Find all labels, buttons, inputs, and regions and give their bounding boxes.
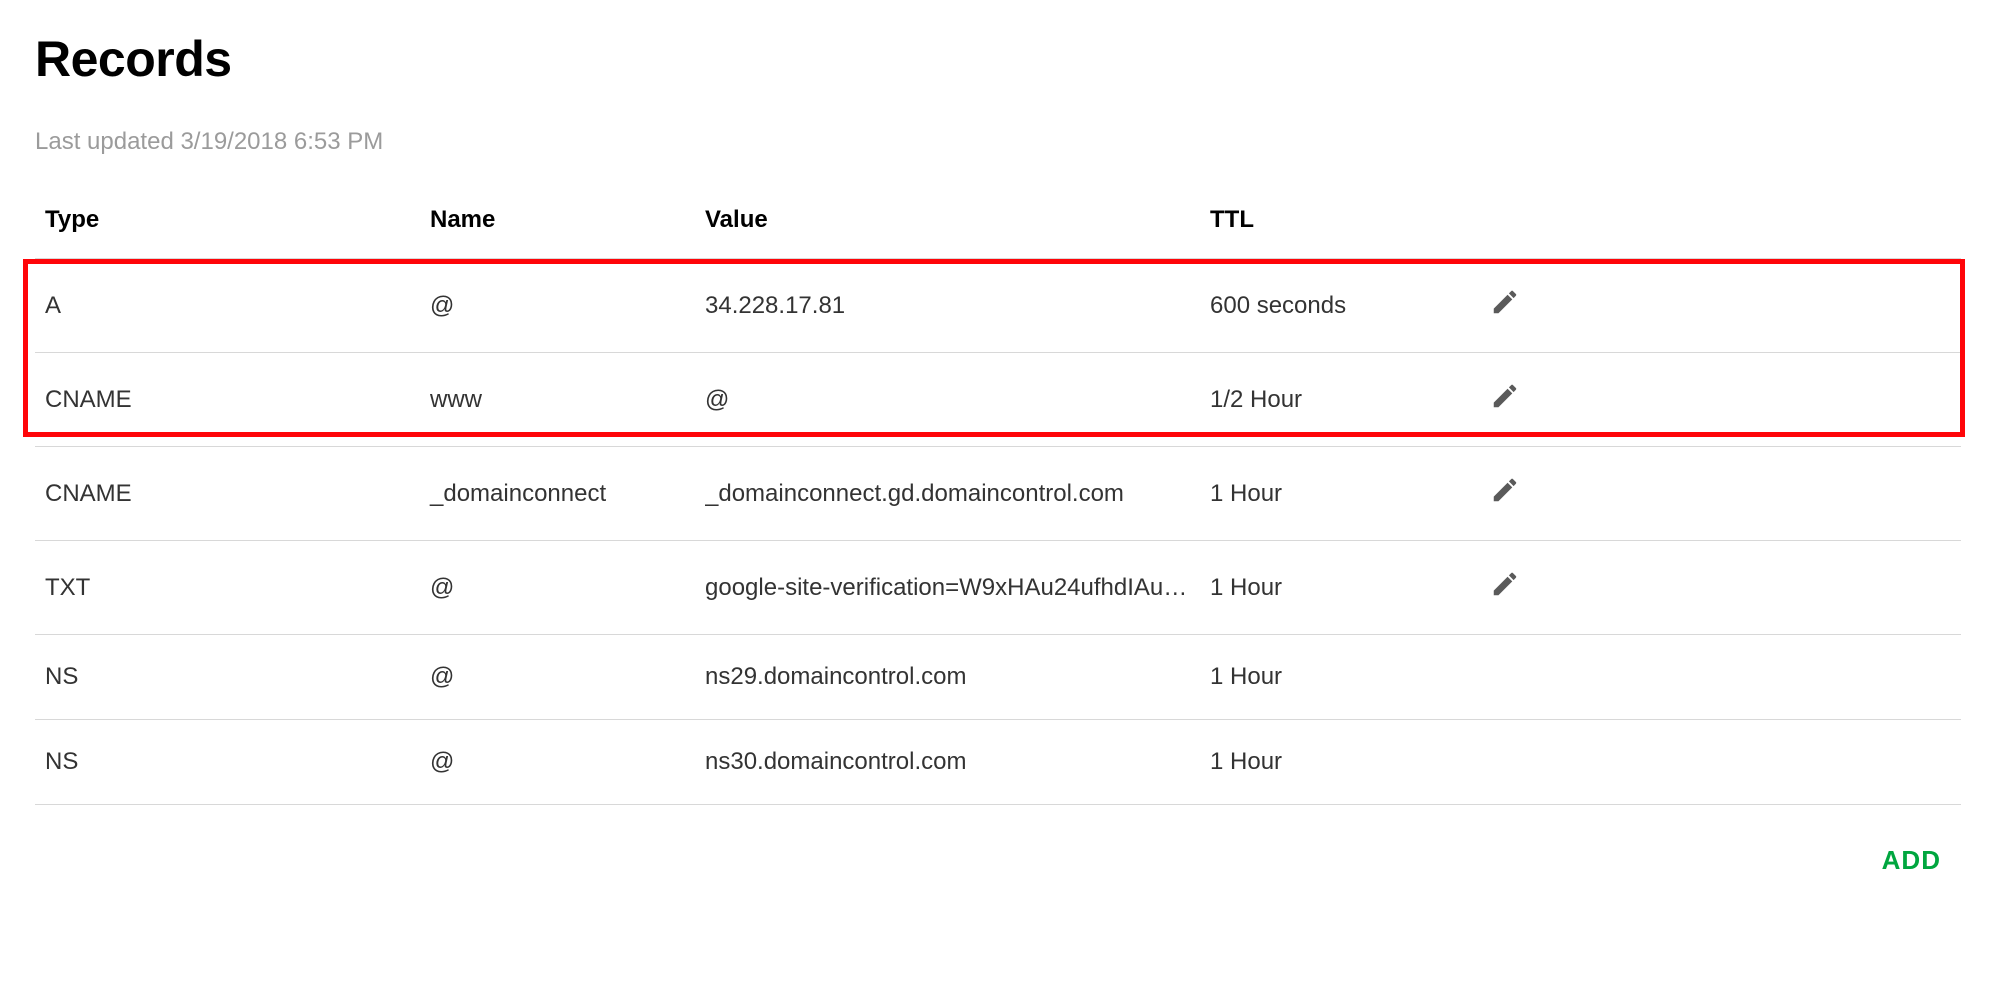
cell-type: NS xyxy=(35,748,430,776)
cell-ttl: 1 Hour xyxy=(1210,748,1480,776)
edit-button[interactable] xyxy=(1490,381,1520,418)
cell-value: ns29.domaincontrol.com xyxy=(705,663,1210,691)
cell-name: @ xyxy=(430,292,705,320)
table-row: CNAME www @ 1/2 Hour xyxy=(35,353,1961,447)
cell-ttl: 1/2 Hour xyxy=(1210,386,1480,414)
add-record-button[interactable]: ADD xyxy=(1882,845,1941,876)
edit-button[interactable] xyxy=(1490,569,1520,606)
cell-type: CNAME xyxy=(35,480,430,508)
cell-ttl: 1 Hour xyxy=(1210,663,1480,691)
column-header-ttl: TTL xyxy=(1210,206,1480,234)
cell-ttl: 1 Hour xyxy=(1210,574,1480,602)
cell-value: @ xyxy=(705,386,1210,414)
table-body: A @ 34.228.17.81 600 seconds CNAME www @… xyxy=(35,259,1961,805)
table-row: NS @ ns30.domaincontrol.com 1 Hour xyxy=(35,720,1961,805)
cell-name: @ xyxy=(430,663,705,691)
cell-ttl: 600 seconds xyxy=(1210,292,1480,320)
table-footer: ADD xyxy=(35,805,1961,876)
edit-button[interactable] xyxy=(1490,475,1520,512)
cell-value: _domainconnect.gd.domaincontrol.com xyxy=(705,480,1210,508)
column-header-type: Type xyxy=(35,206,430,234)
cell-name: www xyxy=(430,386,705,414)
cell-value: google-site-verification=W9xHAu24ufhdIAu… xyxy=(705,574,1210,602)
pencil-icon xyxy=(1490,569,1520,606)
cell-name: _domainconnect xyxy=(430,480,705,508)
page-title: Records xyxy=(35,30,1961,88)
edit-button[interactable] xyxy=(1490,287,1520,324)
table-row: A @ 34.228.17.81 600 seconds xyxy=(35,259,1961,353)
pencil-icon xyxy=(1490,381,1520,418)
cell-type: A xyxy=(35,292,430,320)
table-row: CNAME _domainconnect _domainconnect.gd.d… xyxy=(35,447,1961,541)
column-header-name: Name xyxy=(430,206,705,234)
table-row: NS @ ns29.domaincontrol.com 1 Hour xyxy=(35,635,1961,720)
cell-value: ns30.domaincontrol.com xyxy=(705,748,1210,776)
table-header: Type Name Value TTL xyxy=(35,206,1961,259)
cell-name: @ xyxy=(430,574,705,602)
cell-type: CNAME xyxy=(35,386,430,414)
cell-value: 34.228.17.81 xyxy=(705,292,1210,320)
cell-name: @ xyxy=(430,748,705,776)
pencil-icon xyxy=(1490,287,1520,324)
column-header-value: Value xyxy=(705,206,1210,234)
cell-type: NS xyxy=(35,663,430,691)
cell-type: TXT xyxy=(35,574,430,602)
cell-ttl: 1 Hour xyxy=(1210,480,1480,508)
pencil-icon xyxy=(1490,475,1520,512)
last-updated-text: Last updated 3/19/2018 6:53 PM xyxy=(35,128,1961,156)
table-row: TXT @ google-site-verification=W9xHAu24u… xyxy=(35,541,1961,635)
dns-records-table: Type Name Value TTL A @ 34.228.17.81 600… xyxy=(35,206,1961,876)
